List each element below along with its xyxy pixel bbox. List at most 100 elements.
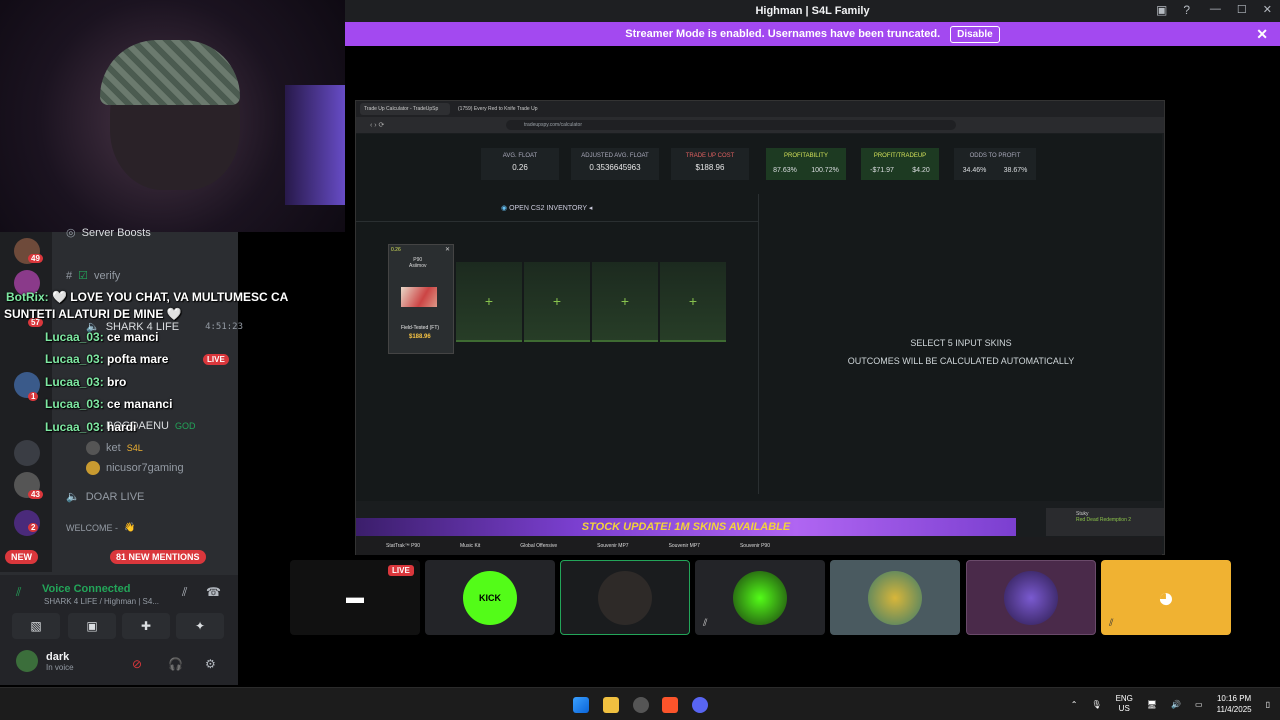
user-panel[interactable]: dark In voice [16, 650, 74, 672]
mute-icon[interactable]: ⊘ [132, 657, 142, 671]
calculator-page: AVG. FLOAT 0.26 ADJUSTED AVG. FLOAT 0.35… [356, 134, 1162, 501]
discord-icon[interactable] [692, 697, 708, 713]
voice-channel-doar-live[interactable]: 🔈 DOAR LIVE [66, 490, 144, 504]
nav-icons[interactable]: ‹ › ⟳ [370, 121, 384, 129]
skin-float: 0.26 [391, 247, 401, 253]
empty-slot[interactable]: + [524, 262, 590, 342]
chrome-icon[interactable] [633, 697, 649, 713]
help-icon[interactable]: ? [1183, 3, 1190, 17]
soundboard-button[interactable]: ✦ [176, 613, 224, 639]
clock[interactable]: 10:16 PM 11/4/2025 [1217, 693, 1252, 715]
headphones-icon[interactable]: 🎧 [168, 657, 183, 671]
stat-label: PROFITABILITY [784, 153, 828, 159]
skin-card[interactable]: 0.26 ✕ P90 Asiimov Field-Tested (FT) $18… [388, 244, 454, 354]
gear-icon[interactable]: ⚙ [205, 657, 216, 671]
close-banner-icon[interactable]: ✕ [1256, 26, 1268, 43]
soundboard-icon: ✦ [194, 619, 206, 633]
kick-label: KICK [479, 592, 501, 603]
disable-streamer-button[interactable]: Disable [950, 25, 1000, 43]
language-indicator[interactable]: ENG US [1116, 694, 1133, 714]
stream-tile[interactable] [560, 560, 690, 635]
camera-button[interactable]: ▧ [12, 613, 60, 639]
avatar [16, 650, 38, 672]
chat-text: pofta mare [107, 352, 169, 366]
new-pill[interactable]: NEW [5, 550, 38, 564]
chat-user: Lucaa_03: [45, 352, 104, 366]
select-instructions: SELECT 5 INPUT SKINS OUTCOMES WILL BE CA… [786, 334, 1136, 370]
network-icon[interactable]: 🖥 [1147, 700, 1157, 709]
voice-connected-label: Voice Connected [42, 583, 131, 595]
brave-icon[interactable] [662, 697, 678, 713]
avatar [86, 441, 100, 455]
voice-timer: 4:51:23 [205, 321, 243, 332]
chat-user: BotRix: [6, 290, 49, 304]
stream-tile[interactable]: ◕ ⫽ [1101, 560, 1231, 635]
divider [356, 221, 758, 222]
clock-date: 11/4/2025 [1216, 705, 1252, 714]
skin-price: $188.96 [409, 334, 431, 340]
stat-avg-float: AVG. FLOAT 0.26 [481, 148, 559, 180]
chat-user: Lucaa_03: [45, 375, 104, 389]
noise-suppression-icon[interactable]: ⫽ [182, 585, 187, 600]
discord-logo-icon: ◕ [1157, 581, 1175, 613]
start-icon[interactable] [573, 697, 589, 713]
webcam-cap [100, 40, 240, 105]
hash-icon: # [66, 269, 73, 282]
select-line-2: OUTCOMES WILL BE CALCULATED AUTOMATICALL… [847, 356, 1075, 366]
server-boosts-item[interactable]: ◎ Server Boosts [66, 226, 151, 240]
inner-item: Souvenir MP7 [668, 543, 700, 549]
open-inventory-button[interactable]: ◉ OPEN CS2 INVENTORY ◂ [501, 204, 592, 212]
file-explorer-icon[interactable] [603, 697, 619, 713]
chat-message: SUNTETI ALATURI DE MINE 🤍 [4, 307, 182, 321]
remove-skin-icon[interactable]: ✕ [445, 246, 450, 253]
channel-verify-label: verify [94, 269, 121, 282]
empty-slot[interactable]: + [456, 262, 522, 342]
channel-verify[interactable]: # ☑ verify [66, 269, 121, 283]
voice-panel: ⫽ Voice Connected SHARK 4 LIFE / Highman… [0, 575, 238, 685]
stream-tile[interactable] [966, 560, 1096, 635]
maximize-button[interactable]: ☐ [1237, 3, 1247, 16]
stat-value: 87.63% [773, 167, 797, 174]
category-welcome[interactable]: WELCOME - 👋 [66, 522, 135, 533]
browser-tab[interactable]: Trade Up Calculator - TradeUpSp [360, 103, 450, 115]
volume-icon[interactable]: 🔊 [1171, 700, 1181, 709]
disconnect-icon[interactable]: ☎ [206, 585, 221, 599]
battery-icon[interactable]: ▭ [1195, 700, 1203, 709]
title-bar: Highman | S4L Family ▣ ? — ☐ ✕ [345, 0, 1280, 22]
inner-item: Music Kit [460, 543, 481, 549]
stat-value: $4.20 [912, 167, 930, 174]
empty-slot[interactable]: + [592, 262, 658, 342]
boost-icon: ◎ [66, 227, 76, 239]
browser-tab[interactable]: (1759) Every Red to Knife Trade Up [454, 103, 544, 115]
voice-user[interactable]: ket S4L [86, 441, 143, 455]
notifications-icon[interactable]: ▯ [1266, 700, 1270, 709]
voice-user[interactable]: nicusor7gaming [86, 461, 184, 475]
signal-icon: ⫽ [16, 585, 22, 599]
address-bar[interactable]: tradeupspy.com/calculator [506, 120, 956, 130]
divider [758, 194, 759, 494]
empty-slot[interactable]: + [660, 262, 726, 342]
new-mentions-pill[interactable]: 81 NEW MENTIONS [110, 550, 206, 564]
screen-share-button[interactable]: ▣ [68, 613, 116, 639]
chevron-up-icon[interactable]: ⌃ [1071, 700, 1078, 709]
stream-tile[interactable] [830, 560, 960, 635]
stream-tile[interactable]: ⫽ [695, 560, 825, 635]
server-icon[interactable] [14, 440, 40, 466]
inbox-icon[interactable]: ▣ [1156, 3, 1167, 17]
close-button[interactable]: ✕ [1263, 3, 1272, 16]
add-icon: + [484, 293, 494, 309]
ad-banner[interactable]: STOCK UPDATE! 1M SKINS AVAILABLE [356, 518, 1016, 536]
stat-label: PROFIT/TRADEUP [873, 153, 927, 159]
chat-text: ce manci [107, 330, 159, 344]
caret-left-icon: ◂ [588, 205, 593, 212]
activities-button[interactable]: ✚ [122, 613, 170, 639]
s4l-tag: S4L [126, 443, 143, 453]
stat-profitability: PROFITABILITY 87.63% 100.72% [766, 148, 846, 180]
chat-text: 🤍 LOVE YOU CHAT, VA MULTUMESC CA [52, 290, 289, 304]
inner-item: StatTrak™ P90 [386, 543, 420, 549]
microphone-icon[interactable]: 🎙 [1091, 700, 1101, 709]
stat-value: 0.3536645963 [589, 163, 641, 172]
webcam-feed [0, 0, 345, 232]
stream-tile[interactable]: KICK [425, 560, 555, 635]
minimize-button[interactable]: — [1210, 3, 1221, 16]
